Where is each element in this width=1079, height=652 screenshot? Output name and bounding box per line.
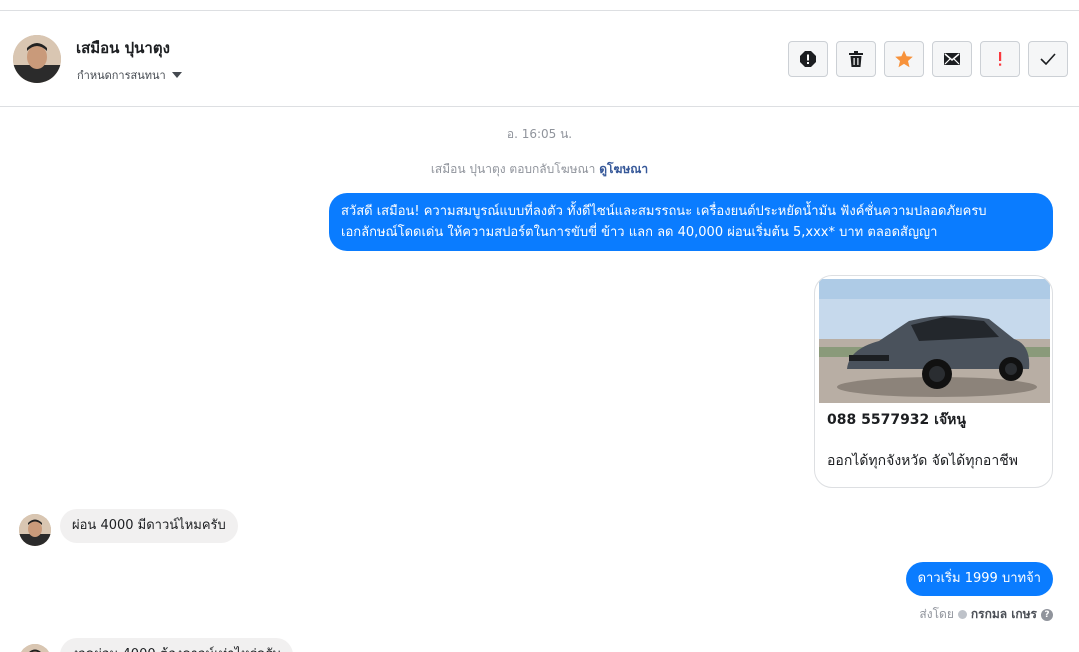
trash-icon (849, 51, 863, 67)
star-button[interactable] (884, 41, 924, 77)
message-timestamp: อ. 16:05 น. (506, 127, 573, 141)
exclamation-icon (999, 52, 1002, 66)
report-spam-icon (800, 51, 816, 67)
sent-by-label: ส่งโดย (919, 607, 954, 621)
checkmark-icon (1040, 53, 1056, 65)
ad-reply-text: เสมือน ปุนาตุง ตอบกลับโฆษณา (430, 162, 596, 176)
ad-reply-notice: เสมือน ปุนาตุง ตอบกลับโฆษณา ดูโฆษณา (0, 160, 1079, 179)
incoming-message[interactable]: ผ่อน 4000 มีดาวน์ไหมครับ (60, 509, 238, 543)
messenger-page: เสมือน ปุนาตุง กำหนดการสนทนา อ. 16:05 น.… (0, 0, 1079, 652)
incoming-message[interactable]: งวดผ่อน 4000 ต้องดาวน์เท่าไหร่ครับ (60, 638, 293, 652)
conversation-settings-dropdown[interactable]: กำหนดการสนทนา (77, 66, 182, 84)
header-actions (788, 41, 1076, 77)
verified-dot-icon (957, 610, 967, 619)
conversation-header: เสมือน ปุนาตุง กำหนดการสนทนา (0, 11, 1079, 107)
ad-card[interactable]: 088 5577932 เจ๊หนู ออกได้ทุกจังหวัด จัดไ… (814, 275, 1053, 488)
contact-avatar-small[interactable] (19, 644, 51, 652)
follow-up-button[interactable] (980, 41, 1020, 77)
ad-card-description: ออกได้ทุกจังหวัด จัดได้ทุกอาชีพ (827, 453, 1018, 469)
car-photo (819, 279, 1050, 403)
ad-card-title: 088 5577932 เจ๊หนู (827, 412, 966, 428)
mark-done-button[interactable] (1028, 41, 1068, 77)
envelope-icon (944, 53, 960, 65)
caret-down-icon (171, 72, 182, 78)
contact-avatar[interactable] (13, 35, 61, 83)
sent-by-info: ส่งโดย กรกมล เกษร ? (919, 605, 1053, 624)
conversation-settings-label: กำหนดการสนทนา (77, 69, 166, 82)
star-icon (895, 50, 913, 68)
mark-unread-button[interactable] (932, 41, 972, 77)
outgoing-message[interactable]: ดาวเริ่ม 1999 บาทจ้า (905, 562, 1053, 596)
report-spam-button[interactable] (788, 41, 828, 77)
sender-name[interactable]: กรกมล เกษร (971, 605, 1037, 624)
contact-name[interactable]: เสมือน ปุนาตุง (76, 36, 170, 60)
contact-avatar-small[interactable] (19, 514, 51, 546)
delete-button[interactable] (836, 41, 876, 77)
help-icon[interactable]: ? (1041, 608, 1053, 621)
view-ad-link[interactable]: ดูโฆษณา (599, 162, 648, 176)
outgoing-message[interactable]: สวัสดี เสมือน! ความสมบูรณ์แบบที่ลงตัว ทั… (329, 193, 1053, 251)
message-thread[interactable]: อ. 16:05 น. เสมือน ปุนาตุง ตอบกลับโฆษณา … (0, 107, 1079, 652)
